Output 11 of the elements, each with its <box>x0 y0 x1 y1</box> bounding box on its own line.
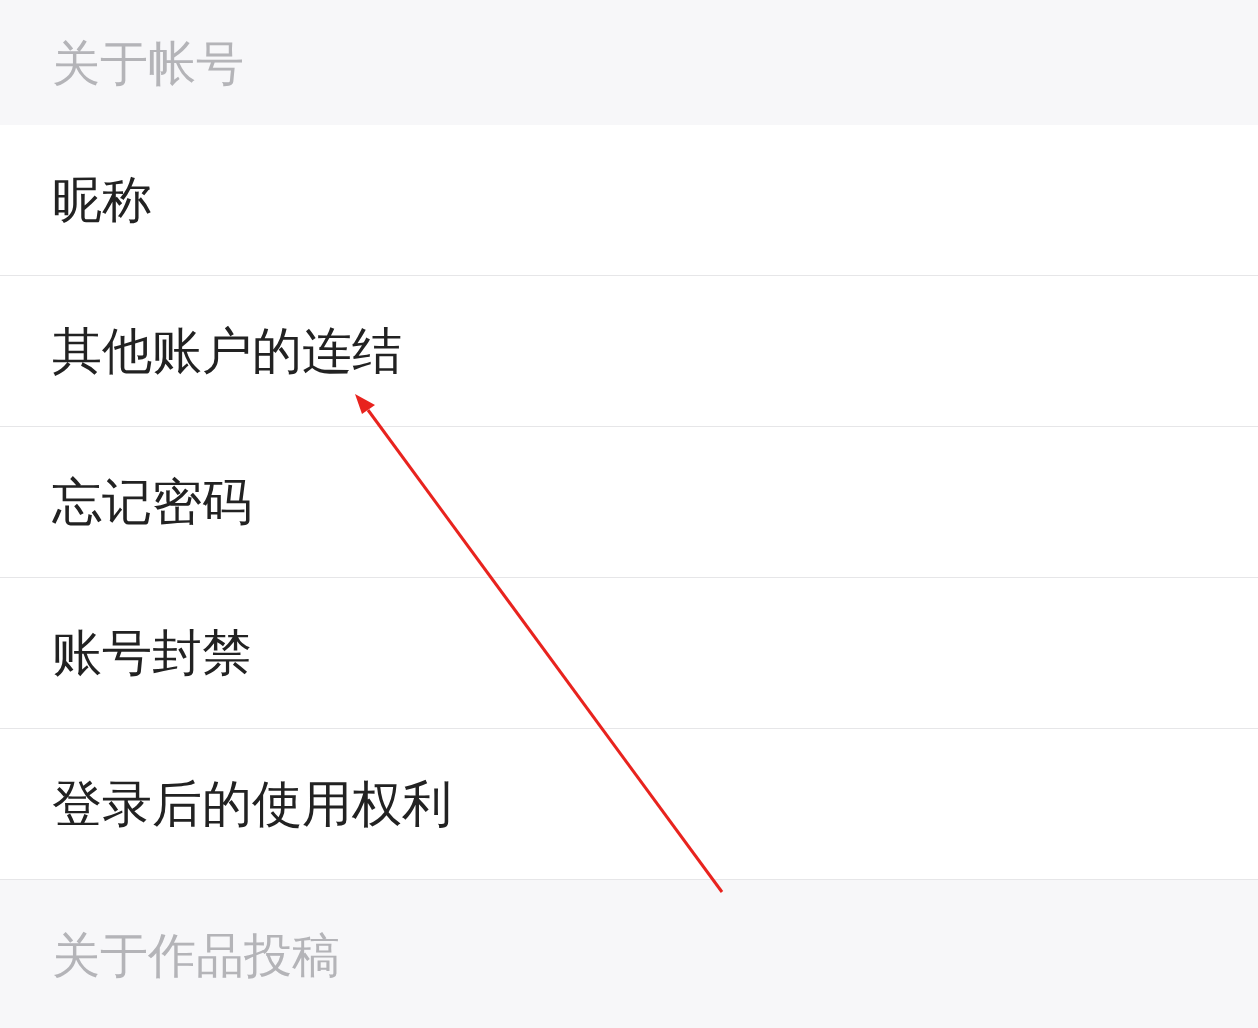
settings-row[interactable]: 登录后的使用权利 <box>0 729 1258 880</box>
row-label: 账号封禁 <box>52 628 252 678</box>
row-label: 忘记密码 <box>52 477 252 527</box>
section-header: 关于作品投稿 <box>52 931 340 979</box>
settings-row[interactable]: 账号封禁 <box>0 578 1258 729</box>
row-label: 登录后的使用权利 <box>52 779 452 829</box>
row-label: 其他账户的连结 <box>52 326 402 376</box>
settings-row[interactable]: 忘记密码 <box>0 427 1258 578</box>
settings-row[interactable]: 昵称 <box>0 125 1258 276</box>
section-header: 关于帐号 <box>52 38 244 87</box>
row-label: 昵称 <box>52 175 152 225</box>
